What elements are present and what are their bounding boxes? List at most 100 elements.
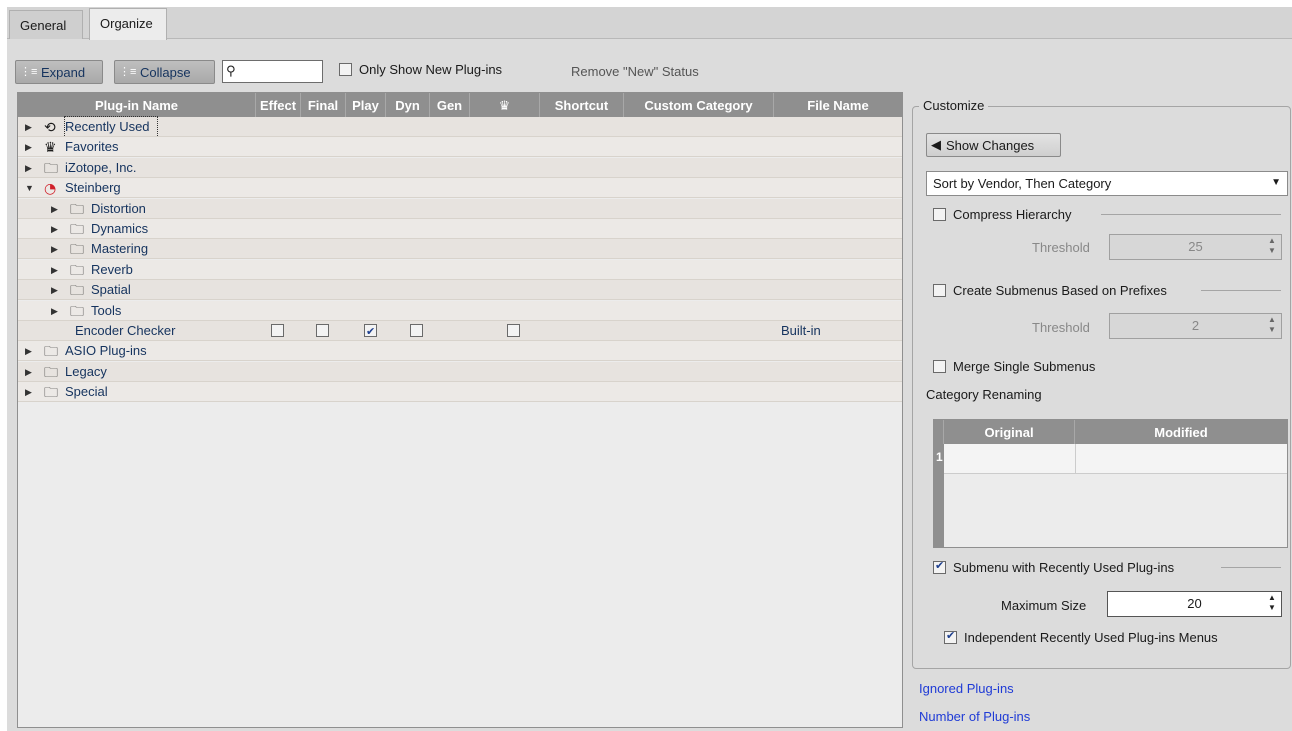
sort-value: Sort by Vendor, Then Category [933, 176, 1112, 191]
col-dyn[interactable]: Dyn [386, 93, 430, 117]
tree-row[interactable]: ▼ ◔ Steinberg [18, 178, 902, 199]
threshold-value-2: 2 [1191, 318, 1200, 333]
expand-triangle-icon[interactable]: ▶ [25, 341, 32, 361]
col-shortcut[interactable]: Shortcut [540, 93, 624, 117]
tree-row[interactable]: ▶ 🗀 Tools [18, 300, 902, 321]
col-modified[interactable]: Modified [1075, 420, 1287, 444]
compress-hierarchy-checkbox[interactable] [933, 208, 946, 221]
expand-triangle-icon[interactable]: ▶ [51, 239, 58, 259]
tree-row-label: Spatial [91, 282, 131, 298]
search-input[interactable]: ⚲ [222, 60, 323, 83]
stepper-arrows-icon[interactable]: ▲ ▼ [1265, 593, 1279, 613]
folder-icon: 🗀 [70, 201, 84, 218]
expand-triangle-icon[interactable]: ▶ [51, 280, 58, 300]
tree-row[interactable]: ▶ 🗀 ASIO Plug-ins [18, 341, 902, 362]
col-plugin-name[interactable]: Plug-in Name [18, 93, 256, 117]
row-checkbox[interactable] [507, 324, 520, 337]
threshold-stepper-1[interactable]: 25 ▲ ▼ [1109, 234, 1282, 260]
tree-row[interactable]: ▶ 🗀 iZotope, Inc. [18, 157, 902, 178]
remove-new-status-button[interactable]: Remove "New" Status [571, 64, 699, 79]
tree-row-label: Reverb [91, 261, 133, 277]
expand-triangle-icon[interactable]: ▶ [51, 219, 58, 239]
tree-row-label: Encoder Checker [75, 323, 176, 338]
row-checkbox[interactable] [316, 324, 329, 337]
col-custom-category[interactable]: Custom Category [624, 93, 774, 117]
tree-row-label: Mastering [91, 241, 149, 257]
max-size-stepper[interactable]: 20 ▲ ▼ [1107, 591, 1282, 617]
number-of-plugins-link[interactable]: Number of Plug-ins [919, 709, 1030, 724]
stepper-arrows-icon[interactable]: ▲ ▼ [1265, 236, 1279, 256]
tree-row[interactable]: ▶ ⟲ Recently Used [18, 116, 902, 138]
tree-row[interactable]: ▶ 🗀 Mastering [18, 239, 902, 260]
show-changes-button[interactable]: ◀ Show Changes [926, 133, 1061, 157]
clock-icon: ⟲ [44, 120, 56, 136]
plugin-manager-window: General Organize ⋮≡ Expand ⋮≡ Collapse ⚲… [7, 7, 1292, 731]
col-file-name[interactable]: File Name [774, 93, 902, 117]
folder-icon: 🗀 [44, 364, 58, 381]
col-favorites[interactable]: ♛ [470, 93, 540, 117]
expand-triangle-icon[interactable]: ▶ [25, 158, 32, 178]
tree-row-label: ASIO Plug-ins [65, 343, 147, 359]
expand-triangle-icon[interactable]: ▶ [25, 362, 32, 382]
tree-row-label: Legacy [65, 363, 107, 379]
row-checkbox[interactable] [364, 322, 377, 342]
renaming-row[interactable] [944, 444, 1287, 474]
tree-row[interactable]: ▶ 🗀 Distortion [18, 198, 902, 219]
expand-button[interactable]: ⋮≡ Expand [15, 60, 103, 84]
customize-title: Customize [919, 98, 989, 113]
expand-triangle-icon[interactable]: ▶ [25, 382, 32, 402]
folder-icon: 🗀 [44, 344, 58, 361]
chevron-down-icon: ▼ [1271, 177, 1281, 188]
independent-menus-checkbox[interactable] [944, 629, 957, 644]
category-renaming-table[interactable]: Original Modified 1 [933, 419, 1288, 548]
tree-row-label: Steinberg [65, 180, 121, 196]
expand-triangle-icon[interactable]: ▶ [25, 137, 32, 157]
expand-icon: ⋮≡ [20, 66, 38, 78]
stepper-arrows-icon[interactable]: ▲ ▼ [1265, 315, 1279, 335]
col-gen[interactable]: Gen [430, 93, 470, 117]
max-size-label: Maximum Size [1001, 598, 1087, 613]
divider [1101, 214, 1281, 215]
only-new-checkbox[interactable] [339, 63, 352, 76]
col-play[interactable]: Play [346, 93, 386, 117]
recent-submenu-checkbox[interactable] [933, 559, 946, 574]
expand-triangle-icon[interactable]: ▶ [51, 260, 58, 280]
row-checkbox[interactable] [410, 324, 423, 337]
collapse-triangle-icon[interactable]: ▼ [25, 178, 34, 198]
sort-select[interactable]: Sort by Vendor, Then Category ▼ [926, 171, 1288, 196]
ignored-plugins-link[interactable]: Ignored Plug-ins [919, 681, 1014, 696]
tab-organize[interactable]: Organize [89, 8, 167, 40]
col-effect[interactable]: Effect [256, 93, 301, 117]
tree-row[interactable]: ▶ 🗀 Reverb [18, 259, 902, 280]
arrow-left-icon: ◀ [931, 137, 941, 152]
folder-icon: 🗀 [44, 385, 58, 402]
tree-row[interactable]: ▶ 🗀 Special [18, 382, 902, 403]
tree-row[interactable]: ▶ 🗀 Dynamics [18, 219, 902, 239]
recent-submenu-label: Submenu with Recently Used Plug-ins [953, 560, 1175, 575]
tree-row[interactable]: ▶ ♛ Favorites [18, 137, 902, 158]
expand-triangle-icon[interactable]: ▶ [25, 117, 32, 137]
folder-icon: 🗀 [70, 303, 84, 320]
tree-row-label: Special [65, 384, 108, 400]
collapse-icon: ⋮≡ [119, 66, 137, 78]
tree-row-label: Distortion [91, 200, 146, 216]
tree-row[interactable]: ▶ 🗀 Spatial [18, 280, 902, 301]
threshold-stepper-2[interactable]: 2 ▲ ▼ [1109, 313, 1282, 339]
independent-menus-label: Independent Recently Used Plug-ins Menus [964, 630, 1218, 645]
prefix-submenus-checkbox[interactable] [933, 284, 946, 297]
tab-general[interactable]: General [9, 10, 83, 39]
threshold-label-2: Threshold [1032, 320, 1090, 335]
col-final[interactable]: Final [301, 93, 346, 117]
tree-row[interactable]: Encoder Checker Built-in [18, 321, 902, 342]
collapse-button[interactable]: ⋮≡ Collapse [114, 60, 215, 84]
tree-row[interactable]: ▶ 🗀 Legacy [18, 361, 902, 382]
prefix-submenus-label: Create Submenus Based on Prefixes [953, 283, 1167, 298]
col-original[interactable]: Original [944, 420, 1075, 444]
merge-submenus-checkbox[interactable] [933, 360, 946, 373]
tree-row-label: iZotope, Inc. [65, 159, 137, 175]
row-checkbox[interactable] [271, 324, 284, 337]
expand-triangle-icon[interactable]: ▶ [51, 199, 58, 219]
folder-icon: 🗀 [70, 222, 84, 238]
expand-triangle-icon[interactable]: ▶ [51, 301, 58, 321]
only-new-label: Only Show New Plug-ins [359, 62, 503, 77]
